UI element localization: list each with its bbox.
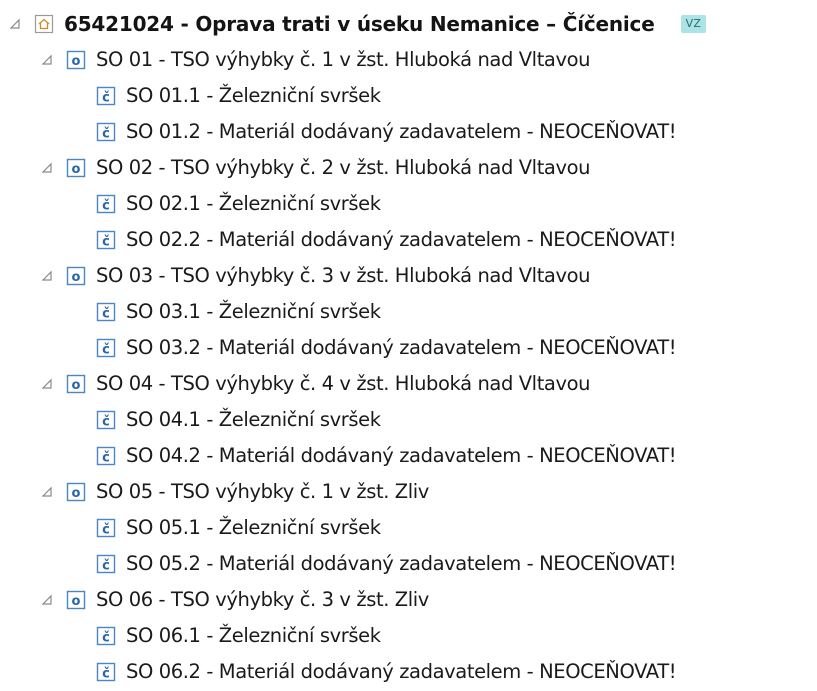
expand-arrow-icon[interactable]: [40, 377, 54, 391]
svg-text:č: č: [102, 559, 110, 574]
tree-node-section[interactable]: č SO 04.2 - Materiál dodávaný zadavatele…: [0, 438, 817, 474]
tree-node-label: SO 05.2 - Materiál dodávaný zadavatelem …: [126, 552, 677, 575]
tree-node-object[interactable]: o SO 04 - TSO výhybky č. 4 v žst. Hlubok…: [0, 366, 817, 402]
tree-node-label: SO 03.1 - Železniční svršek: [126, 300, 381, 323]
svg-text:č: č: [102, 451, 110, 466]
svg-text:o: o: [72, 486, 81, 501]
tree-node-label: SO 03.2 - Materiál dodávaný zadavatelem …: [126, 336, 677, 359]
object-icon: o: [66, 482, 86, 502]
house-icon: [34, 14, 54, 34]
tree-node-label: SO 03 - TSO výhybky č. 3 v žst. Hluboká …: [96, 264, 591, 287]
svg-text:o: o: [72, 162, 81, 177]
svg-text:č: č: [102, 307, 110, 322]
tree-node-section[interactable]: č SO 05.1 - Železniční svršek: [0, 510, 817, 546]
section-icon: č: [96, 194, 116, 214]
svg-text:o: o: [72, 270, 81, 285]
tree-node-label: SO 06 - TSO výhybky č. 3 v žst. Zliv: [96, 588, 429, 611]
tree-node-label: SO 02.2 - Materiál dodávaný zadavatelem …: [126, 228, 677, 251]
tree-node-section[interactable]: č SO 03.1 - Železniční svršek: [0, 294, 817, 330]
section-icon: č: [96, 410, 116, 430]
tree-node-label: SO 02.1 - Železniční svršek: [126, 192, 381, 215]
section-icon: č: [96, 122, 116, 142]
svg-text:č: č: [102, 199, 110, 214]
object-icon: o: [66, 158, 86, 178]
section-icon: č: [96, 518, 116, 538]
tree-node-section[interactable]: č SO 03.2 - Materiál dodávaný zadavatele…: [0, 330, 817, 366]
section-icon: č: [96, 446, 116, 466]
vz-badge: VZ: [680, 15, 707, 33]
tree-node-label: SO 02 - TSO výhybky č. 2 v žst. Hluboká …: [96, 156, 591, 179]
object-icon: o: [66, 50, 86, 70]
svg-text:o: o: [72, 54, 81, 69]
tree-node-label: SO 01.2 - Materiál dodávaný zadavatelem …: [126, 120, 677, 143]
tree-node-section[interactable]: č SO 04.1 - Železniční svršek: [0, 402, 817, 438]
svg-text:o: o: [72, 594, 81, 609]
tree-node-label: SO 04.2 - Materiál dodávaný zadavatelem …: [126, 444, 677, 467]
tree-node-section[interactable]: č SO 01.2 - Materiál dodávaný zadavatele…: [0, 114, 817, 150]
expand-arrow-icon[interactable]: [40, 53, 54, 67]
tree-node-object[interactable]: o SO 03 - TSO výhybky č. 3 v žst. Hlubok…: [0, 258, 817, 294]
svg-text:č: č: [102, 667, 110, 682]
object-icon: o: [66, 590, 86, 610]
section-icon: č: [96, 86, 116, 106]
tree-node-label: SO 01 - TSO výhybky č. 1 v žst. Hluboká …: [96, 48, 591, 71]
tree-node-label: SO 04 - TSO výhybky č. 4 v žst. Hluboká …: [96, 372, 591, 395]
tree-node-object[interactable]: o SO 05 - TSO výhybky č. 1 v žst. Zliv: [0, 474, 817, 510]
expand-arrow-icon[interactable]: [40, 485, 54, 499]
section-icon: č: [96, 554, 116, 574]
tree-node-label: SO 06.1 - Železniční svršek: [126, 624, 381, 647]
expand-arrow-icon[interactable]: [40, 269, 54, 283]
tree-node-label: SO 04.1 - Železniční svršek: [126, 408, 381, 431]
svg-text:č: č: [102, 91, 110, 106]
tree-node-section[interactable]: č SO 05.2 - Materiál dodávaný zadavatele…: [0, 546, 817, 582]
tree-node-section[interactable]: č SO 01.1 - Železniční svršek: [0, 78, 817, 114]
section-icon: č: [96, 662, 116, 682]
tree-node-object[interactable]: o SO 02 - TSO výhybky č. 2 v žst. Hlubok…: [0, 150, 817, 186]
expand-arrow-icon[interactable]: [40, 161, 54, 175]
svg-text:č: č: [102, 343, 110, 358]
tree-node-section[interactable]: č SO 02.2 - Materiál dodávaný zadavatele…: [0, 222, 817, 258]
tree-node-object[interactable]: o SO 01 - TSO výhybky č. 1 v žst. Hlubok…: [0, 42, 817, 78]
tree-node-label: SO 05.1 - Železniční svršek: [126, 516, 381, 539]
project-tree: 65421024 - Oprava trati v úseku Nemanice…: [0, 6, 817, 690]
section-icon: č: [96, 230, 116, 250]
tree-node-label: SO 05 - TSO výhybky č. 1 v žst. Zliv: [96, 480, 429, 503]
svg-text:č: č: [102, 127, 110, 142]
tree-node-label: SO 06.2 - Materiál dodávaný zadavatelem …: [126, 660, 677, 683]
svg-text:č: č: [102, 415, 110, 430]
tree-node-label: 65421024 - Oprava trati v úseku Nemanice…: [64, 12, 655, 36]
tree-node-section[interactable]: č SO 06.2 - Materiál dodávaný zadavatele…: [0, 654, 817, 690]
svg-text:č: č: [102, 235, 110, 250]
tree-node-section[interactable]: č SO 02.1 - Železniční svršek: [0, 186, 817, 222]
svg-text:č: č: [102, 631, 110, 646]
svg-text:č: č: [102, 523, 110, 538]
object-icon: o: [66, 374, 86, 394]
tree-node-object[interactable]: o SO 06 - TSO výhybky č. 3 v žst. Zliv: [0, 582, 817, 618]
expand-arrow-icon[interactable]: [8, 17, 22, 31]
object-icon: o: [66, 266, 86, 286]
section-icon: č: [96, 302, 116, 322]
tree-node-root[interactable]: 65421024 - Oprava trati v úseku Nemanice…: [0, 6, 817, 42]
svg-text:o: o: [72, 378, 81, 393]
tree-node-label: SO 01.1 - Železniční svršek: [126, 84, 381, 107]
expand-arrow-icon[interactable]: [40, 593, 54, 607]
section-icon: č: [96, 626, 116, 646]
tree-node-section[interactable]: č SO 06.1 - Železniční svršek: [0, 618, 817, 654]
section-icon: č: [96, 338, 116, 358]
